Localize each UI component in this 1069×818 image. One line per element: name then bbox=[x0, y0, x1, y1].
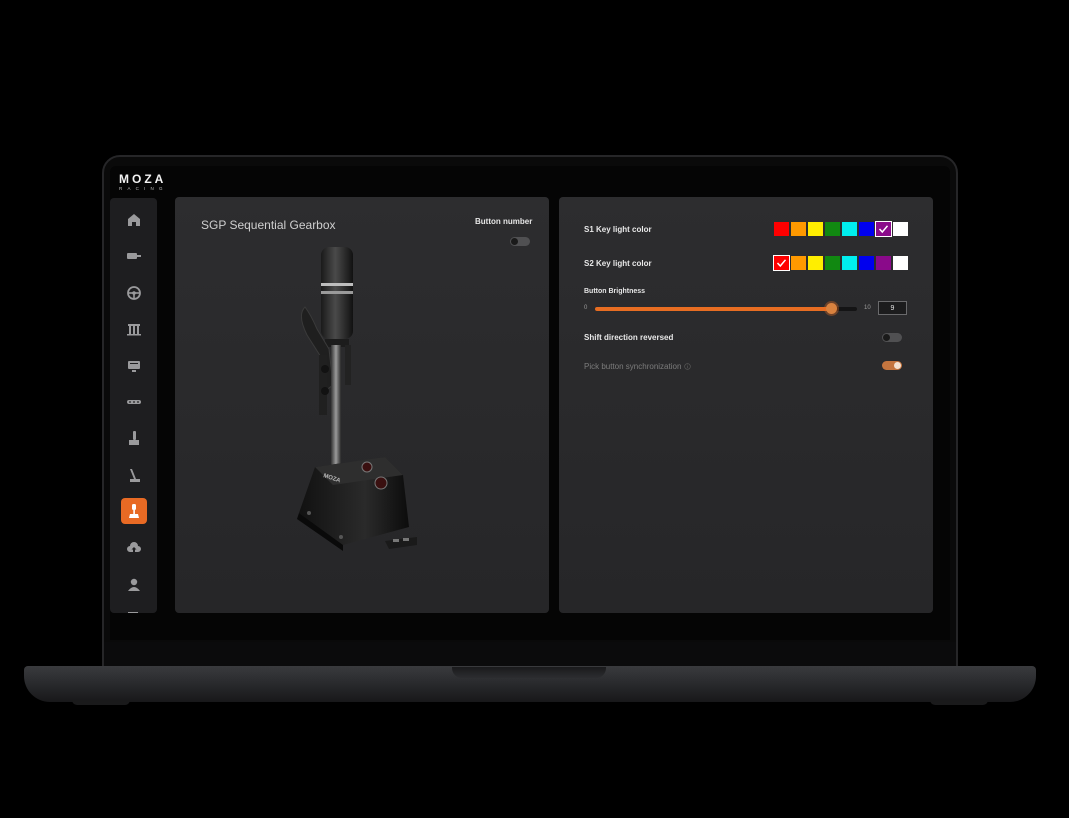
sidebar-item-user[interactable] bbox=[121, 571, 147, 597]
sidebar-item-partial bbox=[128, 612, 138, 613]
s2-color-swatch[interactable] bbox=[842, 256, 857, 270]
laptop-notch bbox=[452, 667, 606, 678]
app-window: MOZA RACING SGP Sequential Gearbox Butto… bbox=[110, 166, 950, 640]
sequential-gearbox-image: MOZA bbox=[297, 247, 417, 551]
s1-color-swatch[interactable] bbox=[825, 222, 840, 236]
info-icon[interactable] bbox=[684, 363, 692, 371]
s1-color-swatch[interactable] bbox=[808, 222, 823, 236]
s1-color-swatch[interactable] bbox=[791, 222, 806, 236]
shift-direction-reversed-toggle[interactable] bbox=[882, 333, 902, 342]
pick-button-sync-label: Pick button synchronization bbox=[584, 362, 682, 371]
sidebar-item-steering-wheel[interactable] bbox=[121, 280, 147, 306]
brightness-max-label: 10 bbox=[864, 305, 871, 311]
device-title: SGP Sequential Gearbox bbox=[201, 218, 336, 232]
laptop-foot bbox=[930, 700, 988, 705]
brightness-slider-fill bbox=[595, 307, 831, 311]
sidebar-item-dashboard[interactable] bbox=[121, 353, 147, 379]
settings-panel: S1 Key light color S2 Key light color Bu… bbox=[559, 197, 933, 613]
brightness-slider[interactable] bbox=[595, 303, 857, 314]
s2-color-swatch[interactable] bbox=[773, 255, 790, 271]
s1-color-swatch[interactable] bbox=[859, 222, 874, 236]
brightness-value-input[interactable] bbox=[878, 301, 907, 315]
sidebar-item-wheelbase[interactable] bbox=[121, 243, 147, 269]
sidebar-item-led-strip[interactable] bbox=[121, 389, 147, 415]
sequential-shifter-icon bbox=[129, 504, 139, 519]
device-preview-panel: SGP Sequential Gearbox Button number MOZ… bbox=[175, 197, 549, 613]
brightness-slider-thumb[interactable] bbox=[825, 303, 837, 314]
cloud-icon bbox=[127, 541, 141, 552]
sidebar-item-pedals[interactable] bbox=[121, 316, 147, 342]
s1-color-swatch[interactable] bbox=[774, 222, 789, 236]
s2-color-swatch[interactable] bbox=[825, 256, 840, 270]
svg-text:RACING: RACING bbox=[119, 186, 168, 191]
s1-color-palette bbox=[774, 221, 908, 237]
svg-text:MOZA: MOZA bbox=[119, 172, 166, 186]
sidebar bbox=[110, 198, 157, 613]
s2-color-swatch[interactable] bbox=[893, 256, 908, 270]
button-number-label: Button number bbox=[475, 217, 533, 226]
laptop-mockup: MOZA RACING SGP Sequential Gearbox Butto… bbox=[0, 0, 1069, 818]
checkmark-icon bbox=[878, 225, 889, 234]
s1-color-swatch[interactable] bbox=[842, 222, 857, 236]
dashboard-icon bbox=[128, 360, 140, 372]
wheelbase-icon bbox=[127, 253, 141, 260]
pick-button-sync-row: Pick button synchronization bbox=[584, 362, 692, 371]
sidebar-item-cloud[interactable] bbox=[121, 535, 147, 561]
s2-color-swatch[interactable] bbox=[791, 256, 806, 270]
button-brightness-label: Button Brightness bbox=[584, 288, 646, 295]
shift-direction-reversed-label: Shift direction reversed bbox=[584, 333, 674, 342]
brightness-min-label: 0 bbox=[584, 305, 588, 311]
laptop-chin bbox=[104, 642, 956, 669]
s2-color-swatch[interactable] bbox=[876, 256, 891, 270]
sidebar-item-sequential-shifter[interactable] bbox=[121, 498, 147, 525]
steering-wheel-icon bbox=[127, 285, 141, 300]
s2-color-swatch[interactable] bbox=[808, 256, 823, 270]
h-shifter-icon bbox=[130, 468, 140, 482]
pick-button-sync-toggle[interactable] bbox=[882, 361, 902, 370]
button-number-toggle[interactable] bbox=[510, 237, 530, 246]
s2-color-palette bbox=[773, 255, 908, 271]
s2-color-swatch[interactable] bbox=[859, 256, 874, 270]
s1-color-swatch[interactable] bbox=[893, 222, 908, 236]
laptop-foot bbox=[72, 700, 130, 705]
checkmark-icon bbox=[776, 259, 787, 268]
led-strip-icon bbox=[127, 400, 141, 404]
home-icon bbox=[128, 214, 140, 226]
sidebar-item-home[interactable] bbox=[121, 207, 147, 233]
handbrake-icon bbox=[129, 431, 139, 446]
sidebar-item-handbrake[interactable] bbox=[121, 425, 147, 451]
user-icon bbox=[128, 578, 140, 591]
sidebar-item-h-shifter[interactable] bbox=[121, 462, 147, 488]
s2-key-light-color-label: S2 Key light color bbox=[584, 259, 652, 268]
s1-color-swatch[interactable] bbox=[875, 221, 892, 237]
moza-racing-logo: MOZA RACING bbox=[119, 172, 168, 191]
pedals-icon bbox=[127, 324, 141, 336]
s1-key-light-color-label: S1 Key light color bbox=[584, 225, 652, 234]
